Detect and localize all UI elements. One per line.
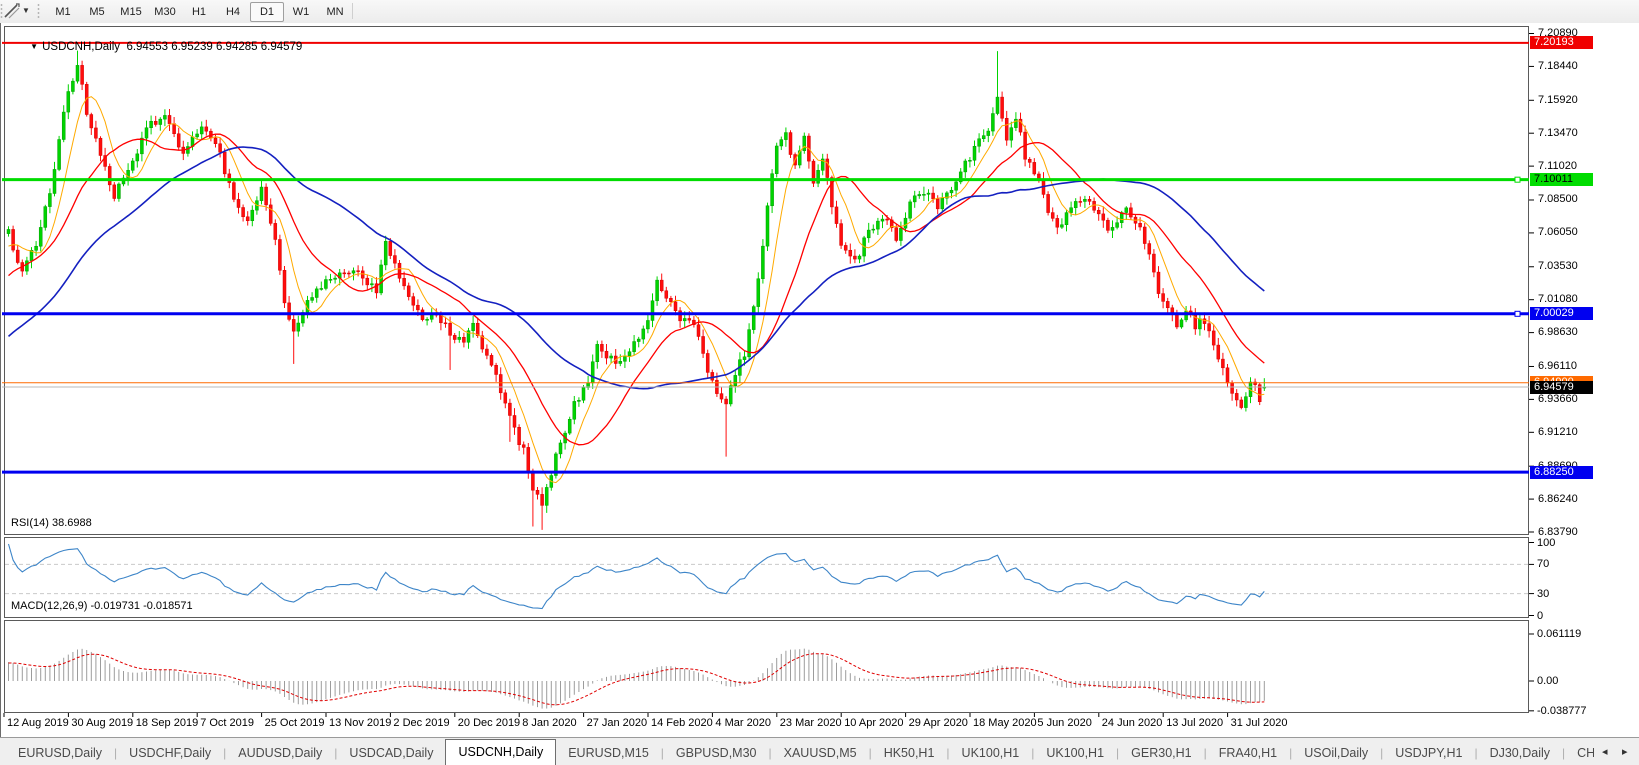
line-tool-icon[interactable] <box>2 2 22 20</box>
macd-scale-label: -0.038777 <box>1537 704 1587 717</box>
rsi-label: RSI(14) 38.6988 <box>11 517 92 529</box>
chart-graphics <box>2 33 1534 717</box>
date-label: 31 Jul 2020 <box>1230 717 1288 729</box>
tab-usdcnh-daily[interactable]: USDCNH,Daily <box>445 739 557 765</box>
timeframe-d1[interactable]: D1 <box>250 2 284 22</box>
date-label: 7 Oct 2019 <box>200 717 255 729</box>
tab-usdchf-daily[interactable]: USDCHF,Daily <box>117 740 223 765</box>
price-tick-label: 6.96110 <box>1538 359 1577 372</box>
chart-title: ▼ USDCNH,Daily 6.94553 6.95239 6.94285 6.… <box>11 29 302 65</box>
hline-price-tag: 7.20193 <box>1530 36 1593 50</box>
date-label: 25 Oct 2019 <box>264 717 325 729</box>
macd-label: MACD(12,26,9) -0.019731 -0.018571 <box>11 600 193 612</box>
tab-uk100-h1[interactable]: UK100,H1 <box>1034 740 1116 765</box>
tab-hk50-h1[interactable]: HK50,H1 <box>872 740 947 765</box>
tab-uk100-h1[interactable]: UK100,H1 <box>950 740 1032 765</box>
date-label: 8 Jan 2020 <box>522 717 577 729</box>
date-label: 23 Mar 2020 <box>779 717 842 729</box>
date-label: 29 Apr 2020 <box>908 717 968 729</box>
price-tick-label: 7.15920 <box>1538 93 1578 106</box>
price-tick-label: 7.06050 <box>1538 226 1578 239</box>
current-price-tag: 6.94579 <box>1530 380 1593 394</box>
date-label: 27 Jan 2020 <box>586 717 648 729</box>
chart-symbol: USDCNH,Daily <box>42 41 121 53</box>
price-tick-label: 7.18440 <box>1538 59 1578 72</box>
price-tick-label: 7.13470 <box>1538 126 1578 139</box>
chart-region[interactable]: ▼ USDCNH,Daily 6.94553 6.95239 6.94285 6.… <box>0 23 1639 737</box>
tab-dj30-daily[interactable]: DJ30,Daily <box>1478 740 1562 765</box>
timeframe-h4[interactable]: H4 <box>216 2 250 22</box>
candlestick-series <box>6 50 1267 530</box>
macd-values: -0.019731 -0.018571 <box>90 600 193 612</box>
toolbar-separator <box>352 3 353 19</box>
date-label: 5 Jun 2020 <box>1037 717 1092 729</box>
ma-44-line <box>7 146 1265 390</box>
axis-ticks <box>1529 33 1534 712</box>
tab-scroll-right-icon[interactable]: ▸ <box>1622 745 1628 758</box>
tab-audusd-daily[interactable]: AUDUSD,Daily <box>226 740 334 765</box>
timeframe-m1[interactable]: M1 <box>46 2 80 22</box>
date-label: 13 Nov 2019 <box>329 717 392 729</box>
date-label: 2 Dec 2019 <box>393 717 450 729</box>
rsi-scale-label: 30 <box>1537 587 1550 600</box>
price-tick-label: 6.93660 <box>1538 392 1578 405</box>
tab-scroll-left-icon[interactable]: ◂ <box>1602 745 1608 758</box>
timeframe-m15[interactable]: M15 <box>114 2 148 22</box>
date-label: 13 Jul 2020 <box>1166 717 1224 729</box>
timeframe-toolbar: ▼ M1 M5 M15 M30 H1 H4 D1 W1 MN <box>0 0 1639 24</box>
tab-strip: EURUSD,Daily | USDCHF,Daily | AUDUSD,Daily | U… <box>6 738 1594 765</box>
date-label: 4 Mar 2020 <box>715 717 772 729</box>
timeframe-w1[interactable]: W1 <box>284 2 318 22</box>
timeframe-h1[interactable]: H1 <box>182 2 216 22</box>
horizontal-line-objects[interactable] <box>2 41 1529 474</box>
tab-china300-h4[interactable]: CHINA300,H4 <box>1565 740 1594 765</box>
price-tick-label: 7.11020 <box>1538 159 1577 172</box>
price-tick-label: 7.08500 <box>1538 193 1578 206</box>
tab-eurusd-daily[interactable]: EURUSD,Daily <box>6 740 114 765</box>
macd-scale-label: 0.061119 <box>1537 627 1582 640</box>
ma-7-line <box>8 96 1265 484</box>
date-label: 30 Aug 2019 <box>71 717 134 729</box>
rsi-scale-label: 100 <box>1537 536 1556 549</box>
chevron-down-icon[interactable]: ▼ <box>22 6 30 15</box>
date-label: 12 Aug 2019 <box>7 717 69 729</box>
date-label: 18 Sep 2019 <box>135 717 199 729</box>
timeframe-m5[interactable]: M5 <box>80 2 114 22</box>
collapse-triangle-icon[interactable]: ▼ <box>30 42 38 51</box>
price-tick-label: 7.01080 <box>1538 293 1578 306</box>
macd-scale-label: 0.00 <box>1537 675 1559 687</box>
tab-ger30-h1[interactable]: GER30,H1 <box>1119 740 1203 765</box>
hline-price-tag: 6.88250 <box>1530 465 1593 479</box>
tab-fra40-h1[interactable]: FRA40,H1 <box>1207 740 1289 765</box>
tab-xauusd-m5[interactable]: XAUUSD,M5 <box>772 740 869 765</box>
hline-price-tag: 7.00029 <box>1530 307 1593 321</box>
chart-ohlc-values: 6.94553 6.95239 6.94285 6.94579 <box>126 41 303 53</box>
date-label: 14 Feb 2020 <box>651 717 713 729</box>
date-label: 18 May 2020 <box>973 717 1037 729</box>
mt4-window: ▼ M1 M5 M15 M30 H1 H4 D1 W1 MN ▼ USDCNH,Daily 6.9… <box>0 0 1639 765</box>
price-tick-label: 6.91210 <box>1538 425 1578 438</box>
price-tick-label: 6.86240 <box>1538 492 1578 505</box>
tab-gbpusd-m30[interactable]: GBPUSD,M30 <box>664 740 769 765</box>
rsi-scale-label: 0 <box>1537 609 1544 622</box>
chart-tab-bar: EURUSD,Daily | USDCHF,Daily | AUDUSD,Daily | U… <box>0 737 1639 765</box>
date-label: 24 Jun 2020 <box>1101 717 1163 729</box>
price-tick-label: 6.98630 <box>1538 326 1578 339</box>
hline-price-tag: 7.10011 <box>1530 173 1593 187</box>
macd-histogram <box>8 648 1265 709</box>
price-tick-label: 7.03530 <box>1538 260 1578 273</box>
toolbar-grip-2[interactable] <box>37 3 40 20</box>
date-label: 20 Dec 2019 <box>457 717 521 729</box>
tab-usdjpy-h1[interactable]: USDJPY,H1 <box>1383 740 1474 765</box>
tab-eurusd-m15[interactable]: EURUSD,M15 <box>556 740 661 765</box>
date-label: 10 Apr 2020 <box>844 717 904 729</box>
tab-usdcad-daily[interactable]: USDCAD,Daily <box>337 740 445 765</box>
rsi-line <box>7 543 1265 610</box>
rsi-value: 38.6988 <box>51 517 92 529</box>
timeframe-mn[interactable]: MN <box>318 2 352 22</box>
timeframe-m30[interactable]: M30 <box>148 2 182 22</box>
rsi-scale-label: 70 <box>1537 558 1550 571</box>
tab-usoil-daily[interactable]: USOil,Daily <box>1292 740 1380 765</box>
